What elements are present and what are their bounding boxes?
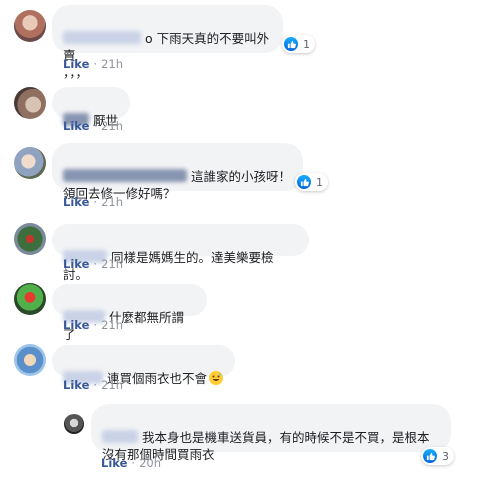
avatar[interactable] xyxy=(14,283,46,315)
comment-actions: Like · 20h xyxy=(101,456,161,470)
reaction-count-value: 3 xyxy=(442,449,449,463)
author-name-blurred[interactable] xyxy=(63,169,187,182)
like-button[interactable]: Like xyxy=(63,57,89,71)
like-button[interactable]: Like xyxy=(63,318,89,332)
separator-dot: · xyxy=(93,57,98,71)
author-name-blurred[interactable] xyxy=(102,430,138,443)
reaction-count[interactable]: 3 xyxy=(421,447,454,465)
timestamp[interactable]: 20h xyxy=(139,456,161,470)
separator-dot: · xyxy=(93,318,98,332)
timestamp[interactable]: 21h xyxy=(101,57,123,71)
timestamp[interactable]: 21h xyxy=(101,257,123,271)
separator-dot: · xyxy=(93,378,98,392)
reaction-count-value: 1 xyxy=(303,37,310,51)
avatar[interactable] xyxy=(14,10,46,42)
comment-actions: Like · 21h xyxy=(63,195,123,209)
comment-bubble: 我本身也是機車送貨員，有的時候不是不買，是根本 沒有那個時間買雨衣 xyxy=(91,404,451,462)
comment-bubble: 這誰家的小孩呀！ 領回去修一修好嗎？ xyxy=(52,143,303,201)
reaction-count[interactable]: 1 xyxy=(282,35,315,53)
like-button[interactable]: Like xyxy=(63,119,89,133)
reaction-count[interactable]: 1 xyxy=(295,173,328,191)
timestamp[interactable]: 21h xyxy=(101,195,123,209)
comment-bubble: 同樣是媽媽生的。達美樂要檢討。 xyxy=(52,224,309,282)
author-name-blurred[interactable] xyxy=(63,31,141,44)
separator-dot: · xyxy=(131,456,136,470)
timestamp[interactable]: 21h xyxy=(101,378,123,392)
avatar[interactable] xyxy=(14,87,46,119)
separator-dot: · xyxy=(93,195,98,209)
thumbs-up-icon xyxy=(284,37,298,51)
timestamp[interactable]: 21h xyxy=(101,119,123,133)
like-button[interactable]: Like xyxy=(63,257,89,271)
like-button[interactable]: Like xyxy=(63,378,89,392)
avatar[interactable] xyxy=(14,147,46,179)
thumbs-up-icon xyxy=(423,449,437,463)
comment-bubble: 厭世 xyxy=(52,87,130,128)
timestamp[interactable]: 21h xyxy=(101,318,123,332)
comment-actions: Like · 21h xyxy=(63,119,123,133)
separator-dot: · xyxy=(93,119,98,133)
grinning-sweat-emoji xyxy=(209,371,224,385)
comment-actions: Like · 21h xyxy=(63,318,123,332)
avatar[interactable] xyxy=(14,344,46,376)
comment-bubble: 連買個雨衣也不會 xyxy=(52,345,235,386)
thumbs-up-icon xyxy=(297,175,311,189)
like-button[interactable]: Like xyxy=(101,456,127,470)
comment-bubble: o 下雨天真的不要叫外賣 ，，， xyxy=(52,5,283,80)
separator-dot: · xyxy=(93,257,98,271)
reaction-count-value: 1 xyxy=(316,175,323,189)
avatar[interactable] xyxy=(64,414,84,434)
comment-actions: Like · 21h xyxy=(63,57,123,71)
like-button[interactable]: Like xyxy=(63,195,89,209)
comment-actions: Like · 21h xyxy=(63,378,123,392)
comment-actions: Like · 21h xyxy=(63,257,123,271)
avatar[interactable] xyxy=(14,223,46,255)
comment-bubble: 什麼都無所謂了 xyxy=(52,284,207,342)
